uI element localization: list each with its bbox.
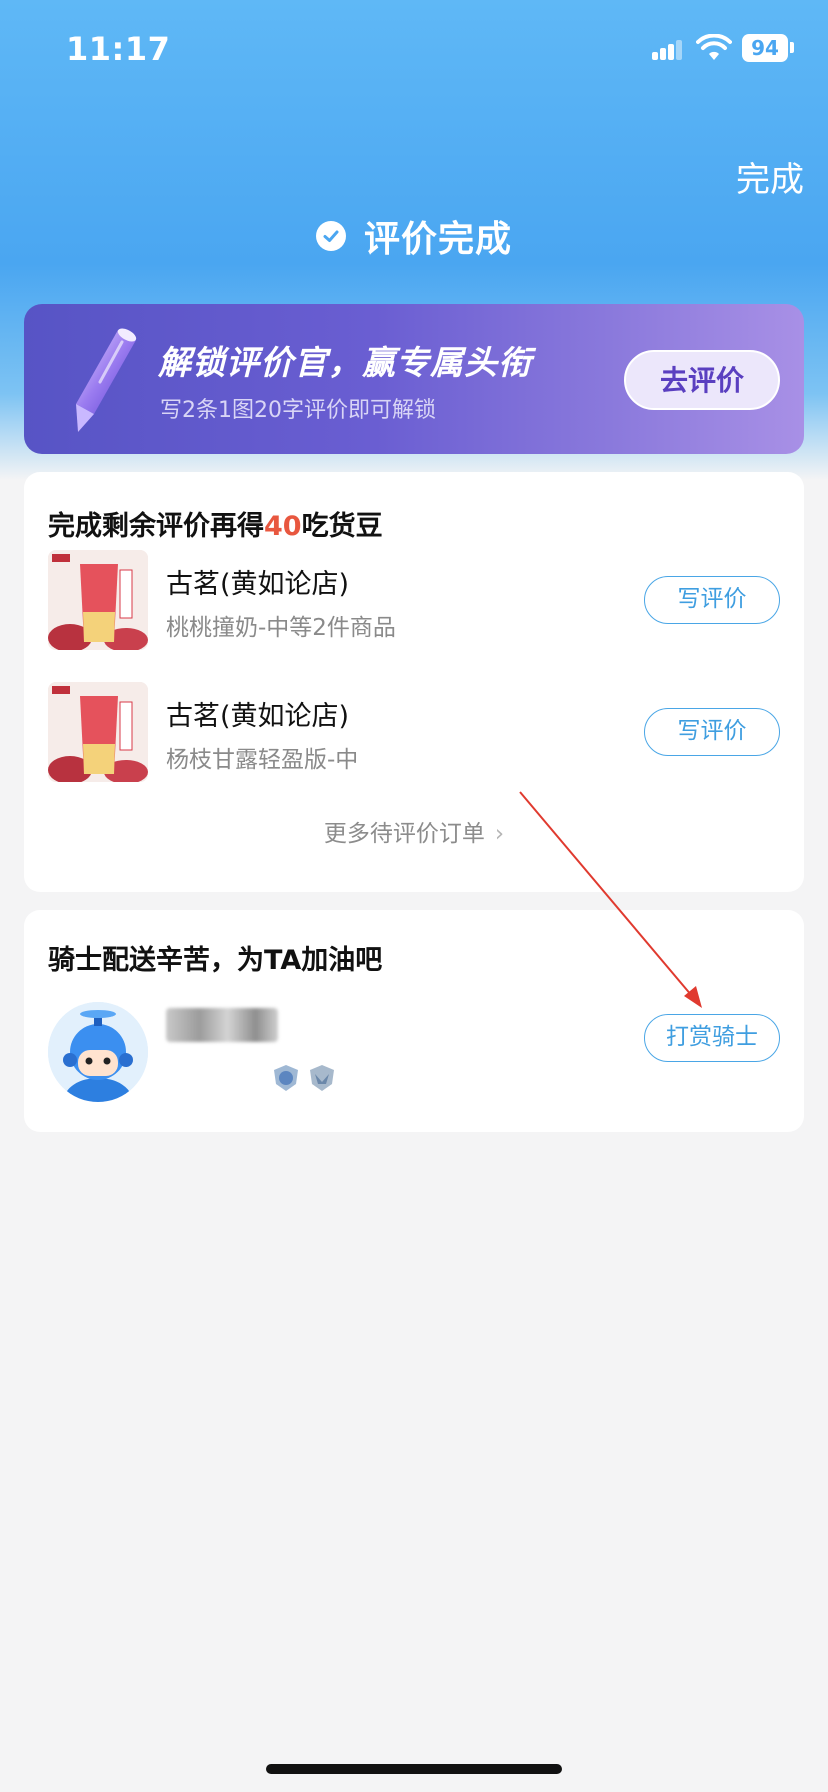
chevron-right-icon: › <box>494 821 505 847</box>
heading-suffix: 吃货豆 <box>301 511 383 542</box>
order-description: 桃桃撞奶-中等2件商品 <box>166 615 396 641</box>
more-pending-orders-link[interactable]: 更多待评价订单 › <box>24 814 804 848</box>
rider-name-blurred <box>166 1008 278 1042</box>
pending-review-heading: 完成剩余评价再得40吃货豆 <box>48 504 383 543</box>
order-item[interactable]: 古茗(黄如论店) 桃桃撞奶-中等2件商品 写评价 <box>24 550 804 654</box>
check-circle-icon <box>315 221 346 251</box>
tip-rider-button[interactable]: 打赏骑士 <box>644 1014 780 1062</box>
pending-review-card: 完成剩余评价再得40吃货豆 古茗(黄如论店) 桃桃撞奶-中等2件商品 写评价 古… <box>24 472 804 892</box>
rider-avatar <box>48 1002 148 1102</box>
rider-card-heading: 骑士配送辛苦，为TA加油吧 <box>48 945 383 976</box>
rider-tip-card: 骑士配送辛苦，为TA加油吧 打赏骑士 <box>24 910 804 1132</box>
page-title: 评价完成 <box>363 219 512 260</box>
more-pending-orders-label: 更多待评价订单 <box>323 821 485 847</box>
write-review-button[interactable]: 写评价 <box>644 576 780 624</box>
rider-badge-icon <box>274 1065 298 1091</box>
product-thumbnail <box>48 550 148 650</box>
pen-icon <box>76 328 137 432</box>
battery-tip <box>790 42 794 53</box>
bonus-beans-count: 40 <box>264 511 302 542</box>
product-thumbnail <box>48 682 148 782</box>
battery-icon: 94 <box>742 34 788 62</box>
promo-subtitle: 写2条1图20字评价即可解锁 <box>160 398 436 423</box>
go-review-button[interactable]: 去评价 <box>624 350 780 410</box>
rider-badge-icon <box>310 1065 334 1091</box>
reviewer-promo-banner[interactable]: 解锁评价官，赢专属头衔 写2条1图20字评价即可解锁 去评价 <box>24 304 804 454</box>
status-time: 11:17 <box>66 30 171 68</box>
order-description: 杨枝甘露轻盈版-中 <box>166 747 359 773</box>
store-name: 古茗(黄如论店) <box>166 569 350 600</box>
done-button[interactable]: 完成 <box>736 152 804 201</box>
signal-icon <box>652 38 682 60</box>
promo-title: 解锁评价官，赢专属头衔 <box>158 343 532 382</box>
order-item[interactable]: 古茗(黄如论店) 杨枝甘露轻盈版-中 写评价 <box>24 682 804 786</box>
wifi-icon <box>696 34 732 60</box>
store-name: 古茗(黄如论店) <box>166 701 350 732</box>
page-title-row: 评价完成 <box>0 208 828 264</box>
home-indicator[interactable] <box>266 1764 562 1774</box>
write-review-button[interactable]: 写评价 <box>644 708 780 756</box>
status-bar: 11:17 94 <box>0 0 828 100</box>
heading-prefix: 完成剩余评价再得 <box>48 511 264 542</box>
